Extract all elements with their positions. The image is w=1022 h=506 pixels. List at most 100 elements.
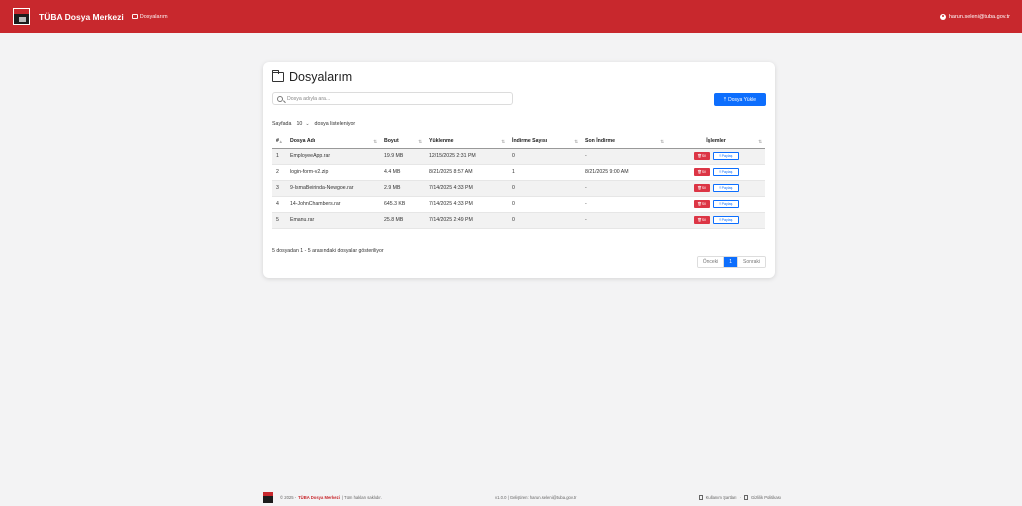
- tuba-logo-icon: [263, 491, 273, 503]
- cell-actions: 🗑 Sil ⇪ Paylaş: [667, 180, 765, 197]
- column-header-id[interactable]: # ▲: [272, 135, 286, 149]
- cell-actions: 🗑 Sil ⇪ Paylaş: [667, 148, 765, 165]
- page-title-text: Dosyalarım: [289, 70, 353, 84]
- cell-size: 25.8 MB: [380, 212, 425, 229]
- page-title: Dosyalarım: [271, 70, 353, 84]
- cell-last-download: -: [581, 148, 667, 165]
- cell-id: 4: [272, 196, 286, 213]
- footer-links: Kullanım Şartları · Gizlilik Politikası: [698, 494, 781, 500]
- chevron-down-icon: ⌄: [305, 121, 310, 127]
- delete-button[interactable]: 🗑 Sil: [693, 152, 710, 160]
- column-header-size[interactable]: Boyut ⇅: [380, 135, 425, 149]
- folder-icon: [131, 14, 138, 19]
- page-size-value: 10: [296, 121, 303, 127]
- cell-size: 4.4 MB: [380, 164, 425, 181]
- cell-id: 1: [272, 148, 286, 165]
- page-size-suffix: dosya listeleniyor: [314, 121, 356, 127]
- tuba-logo-icon[interactable]: [13, 8, 30, 25]
- delete-button[interactable]: 🗑 Sil: [693, 216, 710, 224]
- user-menu[interactable]: harun.seleni@tuba.gov.tr: [939, 13, 1010, 20]
- column-header-downloads[interactable]: İndirme Sayısı ⇅: [508, 135, 581, 149]
- files-card: Dosyalarım ⤒ Dosya Yükle Sayfada 10 ⌄ do…: [263, 62, 775, 278]
- page-size-prefix: Sayfada: [272, 121, 292, 127]
- sort-icon: ⇅: [373, 139, 377, 144]
- table-row: 2 login-form-v2.zip 4.4 MB 8/21/2025 8:5…: [272, 164, 765, 181]
- pagination: Önceki 1 Sonraki: [696, 256, 766, 268]
- page-size-select[interactable]: 10 ⌄: [294, 121, 311, 127]
- sort-icon: ⇅: [574, 139, 578, 144]
- upload-button[interactable]: ⤒ Dosya Yükle: [714, 93, 766, 106]
- sort-icon: ⇅: [501, 139, 505, 144]
- cell-name: login-form-v2.zip: [286, 164, 380, 181]
- delete-button[interactable]: 🗑 Sil: [693, 184, 710, 192]
- table-row: 5 Emanu.rar 25.8 MB 7/14/2025 2:49 PM 0 …: [272, 212, 765, 229]
- cell-last-download: 8/21/2025 9:00 AM: [581, 164, 667, 181]
- pagination-page-1[interactable]: 1: [723, 257, 738, 267]
- brand-name[interactable]: TÜBA Dosya Merkezi: [39, 12, 124, 22]
- link-separator: ·: [739, 494, 741, 500]
- upload-icon: ⤒: [723, 96, 727, 103]
- cell-downloads: 0: [508, 212, 581, 229]
- cell-id: 3: [272, 180, 286, 197]
- cell-last-download: -: [581, 212, 667, 229]
- share-button[interactable]: ⇪ Paylaş: [712, 152, 739, 160]
- delete-button[interactable]: 🗑 Sil: [693, 168, 710, 176]
- search-input[interactable]: [287, 95, 497, 102]
- user-email: harun.seleni@tuba.gov.tr: [948, 13, 1010, 20]
- table-row: 3 9-IsmaBeirinda-Newgoe.rar 2.9 MB 7/14/…: [272, 180, 765, 197]
- cell-uploaded: 12/15/2025 2:31 PM: [425, 148, 508, 165]
- page-size-control: Sayfada 10 ⌄ dosya listeleniyor: [272, 121, 355, 127]
- column-header-actions[interactable]: İşlemler ⇅: [667, 135, 765, 149]
- footer-copyright: © 2025 - TÜBA Dosya Merkezi | Tüm haklar…: [280, 494, 382, 500]
- navbar: TÜBA Dosya Merkezi Dosyalarım harun.sele…: [0, 0, 1022, 33]
- cell-size: 19.9 MB: [380, 148, 425, 165]
- nav-link-label: Dosyalarım: [139, 13, 168, 20]
- cell-name: EmployeeApp.rar: [286, 148, 380, 165]
- cell-name: Emanu.rar: [286, 212, 380, 229]
- cell-last-download: -: [581, 196, 667, 213]
- pagination-next-button[interactable]: Sonraki: [737, 257, 765, 267]
- cell-downloads: 0: [508, 148, 581, 165]
- cell-size: 645.3 KB: [380, 196, 425, 213]
- table-row: 1 EmployeeApp.rar 19.9 MB 12/15/2025 2:3…: [272, 148, 765, 165]
- user-icon: [939, 13, 946, 20]
- cell-id: 2: [272, 164, 286, 181]
- cell-id: 5: [272, 212, 286, 229]
- cell-actions: 🗑 Sil ⇪ Paylaş: [667, 164, 765, 181]
- privacy-link[interactable]: Gizlilik Politikası: [751, 495, 781, 500]
- cell-downloads: 0: [508, 196, 581, 213]
- pagination-prev-button[interactable]: Önceki: [697, 257, 724, 267]
- document-icon: [698, 494, 703, 500]
- table-info: 5 dosyadan 1 - 5 arasındaki dosyalar gös…: [272, 248, 384, 254]
- cell-uploaded: 7/14/2025 4:33 PM: [425, 180, 508, 197]
- column-header-uploaded[interactable]: Yüklenme ⇅: [425, 135, 508, 149]
- cell-actions: 🗑 Sil ⇪ Paylaş: [667, 196, 765, 213]
- column-header-last-download[interactable]: Son İndirme ⇅: [581, 135, 667, 149]
- shield-icon: [743, 494, 748, 500]
- sort-icon: ▲: [278, 139, 283, 144]
- table-header-row: # ▲ Dosya Adı ⇅ Boyut ⇅ Yüklenme ⇅ İndirme S…: [272, 135, 765, 149]
- cell-uploaded: 7/14/2025 2:49 PM: [425, 212, 508, 229]
- footer: © 2025 - TÜBA Dosya Merkezi | Tüm haklar…: [263, 489, 781, 505]
- terms-link[interactable]: Kullanım Şartları: [706, 495, 737, 500]
- delete-button[interactable]: 🗑 Sil: [693, 200, 710, 208]
- nav-link-my-files[interactable]: Dosyalarım: [131, 13, 168, 20]
- cell-downloads: 0: [508, 180, 581, 197]
- cell-actions: 🗑 Sil ⇪ Paylaş: [667, 212, 765, 229]
- share-button[interactable]: ⇪ Paylaş: [712, 200, 739, 208]
- cell-name: 14-JohnChambers.rar: [286, 196, 380, 213]
- sort-icon: ⇅: [418, 139, 422, 144]
- footer-version: v1.0.0 | Geliştiren: harun.seleni@tuba.g…: [495, 494, 577, 500]
- table-row: 4 14-JohnChambers.rar 645.3 KB 7/14/2025…: [272, 196, 765, 213]
- search-icon: [277, 95, 283, 102]
- folder-open-icon: [271, 70, 284, 82]
- cell-uploaded: 8/21/2025 8:57 AM: [425, 164, 508, 181]
- cell-last-download: -: [581, 180, 667, 197]
- cell-uploaded: 7/14/2025 4:33 PM: [425, 196, 508, 213]
- share-button[interactable]: ⇪ Paylaş: [712, 184, 739, 192]
- share-button[interactable]: ⇪ Paylaş: [712, 216, 739, 224]
- column-header-name[interactable]: Dosya Adı ⇅: [286, 135, 380, 149]
- share-button[interactable]: ⇪ Paylaş: [712, 168, 739, 176]
- sort-icon: ⇅: [660, 139, 664, 144]
- upload-button-label: Dosya Yükle: [728, 96, 757, 103]
